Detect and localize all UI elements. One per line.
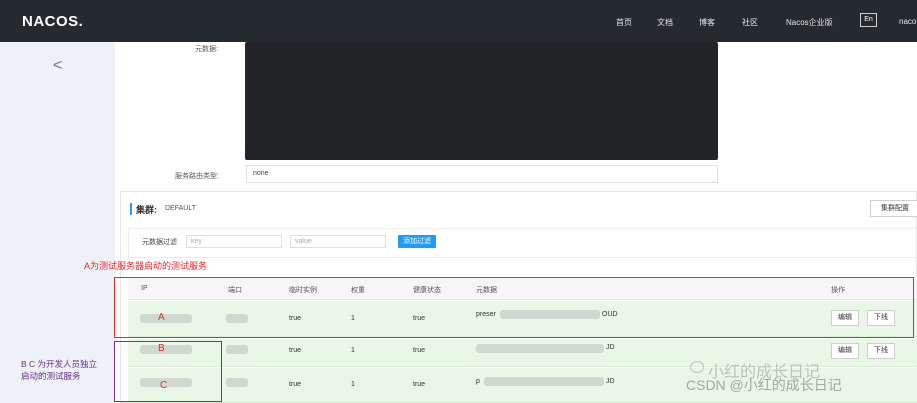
offline-button[interactable]: 下线 [867, 343, 895, 359]
port-redacted [226, 345, 248, 354]
add-filter-button[interactable]: 添加过滤 [398, 235, 436, 248]
route-type-label: 服务路由类型: [175, 173, 219, 180]
healthy-value: true [413, 381, 426, 388]
metadata-label: 元数据: [195, 46, 218, 53]
filter-value-input[interactable]: value [290, 235, 386, 248]
cluster-name: DEFAULT [165, 205, 196, 212]
healthy-value: true [413, 347, 426, 354]
nav-community[interactable]: 社区 [742, 17, 758, 28]
annotation-bc: B C 为开发人员独立 启动的测试服务 [21, 358, 116, 382]
nacos-logo[interactable]: NACOS. [22, 13, 83, 30]
language-switch[interactable]: En [860, 13, 877, 27]
nav-home[interactable]: 首页 [616, 17, 632, 28]
annotation-a: A为测试服务器启动的测试服务 [84, 261, 208, 271]
cluster-title: 集群: [136, 205, 157, 215]
weight-value: 1 [351, 347, 355, 354]
filter-key-input[interactable]: key [186, 235, 282, 248]
metadata-editor[interactable] [245, 42, 718, 160]
annotation-bc-line1: B C 为开发人员独立 [21, 359, 98, 369]
wechat-icon [690, 361, 704, 373]
top-navbar: NACOS. 首页 文档 博客 社区 Nacos企业版 En naco [0, 0, 917, 42]
annotation-box-bc [114, 341, 222, 402]
annotation-box-a [114, 277, 914, 338]
weight-value: 1 [351, 381, 355, 388]
cluster-config-button[interactable]: 集群配置 [870, 200, 917, 217]
metadata-redacted [484, 377, 604, 386]
metadata-suffix: JD [606, 344, 615, 351]
metadata-prefix: p [476, 378, 480, 385]
edit-button[interactable]: 编辑 [831, 343, 859, 359]
port-redacted [226, 378, 248, 387]
watermark-csdn: CSDN @小红的成长日记 [686, 377, 842, 393]
nav-enterprise[interactable]: Nacos企业版 [786, 17, 833, 28]
annotation-bc-line2: 启动的测试服务 [21, 371, 81, 381]
chevron-left-icon[interactable]: < [53, 57, 62, 75]
metadata-redacted [476, 344, 604, 353]
nav-docs[interactable]: 文档 [657, 17, 673, 28]
route-type-select[interactable]: none [246, 165, 718, 183]
cluster-title-accent [130, 203, 132, 215]
nav-blog[interactable]: 博客 [699, 17, 715, 28]
left-sidebar [0, 42, 115, 403]
metadata-filter-label: 元数据过滤 [142, 239, 177, 246]
user-name[interactable]: naco [899, 17, 916, 26]
ephemeral-value: true [289, 347, 302, 354]
ephemeral-value: true [289, 381, 302, 388]
metadata-suffix: JD [606, 378, 615, 385]
